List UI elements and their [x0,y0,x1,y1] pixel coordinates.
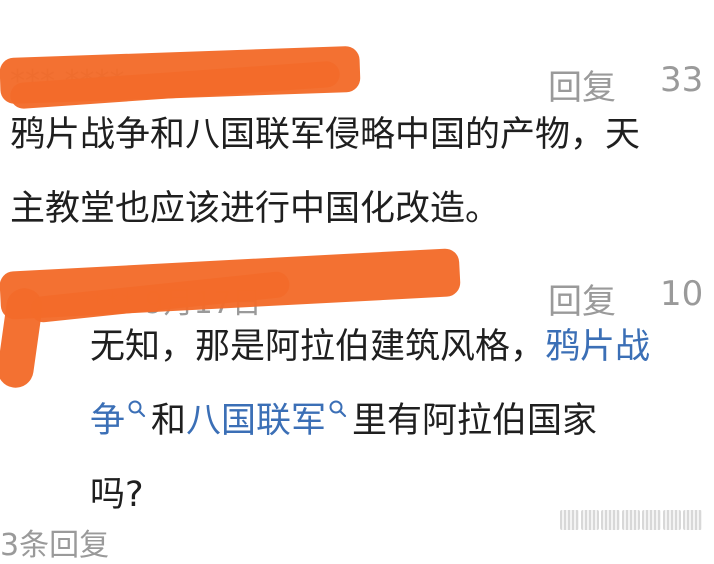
reply-item: *** 9月17日 回复 10 无知，那是阿拉伯建筑风格，鸦片战 争和八国联军里… [0,247,714,515]
comment-text-line: 主教堂也应该进行中国化改造。 [10,189,501,229]
search-icon[interactable] [328,399,348,419]
comment-text: 和 [151,401,187,441]
topic-link-opium-war[interactable]: 争 [90,401,125,441]
like-count[interactable]: 10 [660,274,703,314]
comment-item: *** **** 回复 33 鸦片战争和八国联军侵略中国的产物，天 主教堂也应该… [0,0,714,260]
topic-link-opium-war[interactable]: 鸦片战 [545,327,650,367]
watermark [560,510,703,530]
like-count[interactable]: 33 [660,60,703,100]
comment-text-line: 争和八国联军 里有阿拉伯国家 [90,384,714,458]
comment-body: 无知，那是阿拉伯建筑风格，鸦片战 争和八国联军 里有阿拉伯国家 吗? [90,310,714,532]
search-icon[interactable] [127,399,147,419]
comment-text: 无知，那是阿拉伯建筑风格， [90,327,546,367]
comment-body: 鸦片战争和八国联军侵略中国的产物，天 主教堂也应该进行中国化改造。 [10,98,714,246]
more-replies-link[interactable]: 3条回复 [0,520,109,564]
topic-link-eight-nation-alliance[interactable]: 八国联军 [186,401,326,441]
comment-text-line: 无知，那是阿拉伯建筑风格，鸦片战 [90,310,714,384]
comment-text-line: 鸦片战争和八国联军侵略中国的产物，天 [10,115,641,155]
comment-text: 里有阿拉伯国家 [352,401,598,441]
